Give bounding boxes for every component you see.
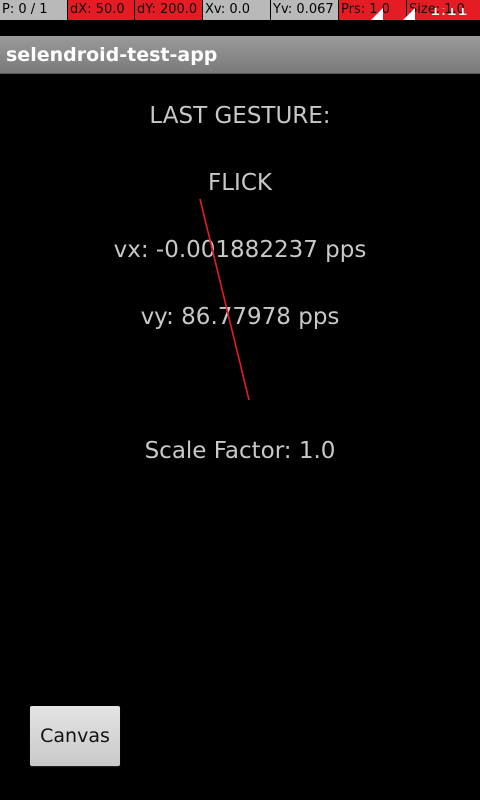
velocity-x: vx: -0.001882237 pps <box>113 237 367 263</box>
canvas-button[interactable]: Canvas <box>30 706 120 766</box>
pointer-pressure: Prs: 1.0 <box>339 0 406 20</box>
scale-factor: Scale Factor: 1.0 <box>144 438 336 464</box>
app-title: selendroid-test-app <box>6 44 218 66</box>
app-screen[interactable]: P: 0 / 1 dX: 50.0 dY: 200.0 Xv: 0.0 Yv: … <box>0 0 480 800</box>
pointer-dx: dX: 50.0 <box>68 0 134 20</box>
velocity-y: vy: 86.77978 pps <box>140 304 340 330</box>
action-bar: selendroid-test-app <box>0 36 480 74</box>
pointer-xv: Xv: 0.0 <box>203 0 270 20</box>
gesture-trail-line <box>199 198 250 401</box>
last-gesture-heading: LAST GESTURE: <box>149 103 331 129</box>
pointer-size: Size: 1.0 <box>407 0 480 20</box>
pointer-yv: Yv: 0.067 <box>271 0 338 20</box>
gesture-type: FLICK <box>208 170 272 196</box>
pointer-count: P: 0 / 1 <box>0 0 67 20</box>
pointer-location-bar: P: 0 / 1 dX: 50.0 dY: 200.0 Xv: 0.0 Yv: … <box>0 0 480 20</box>
pointer-dy: dY: 200.0 <box>135 0 202 20</box>
